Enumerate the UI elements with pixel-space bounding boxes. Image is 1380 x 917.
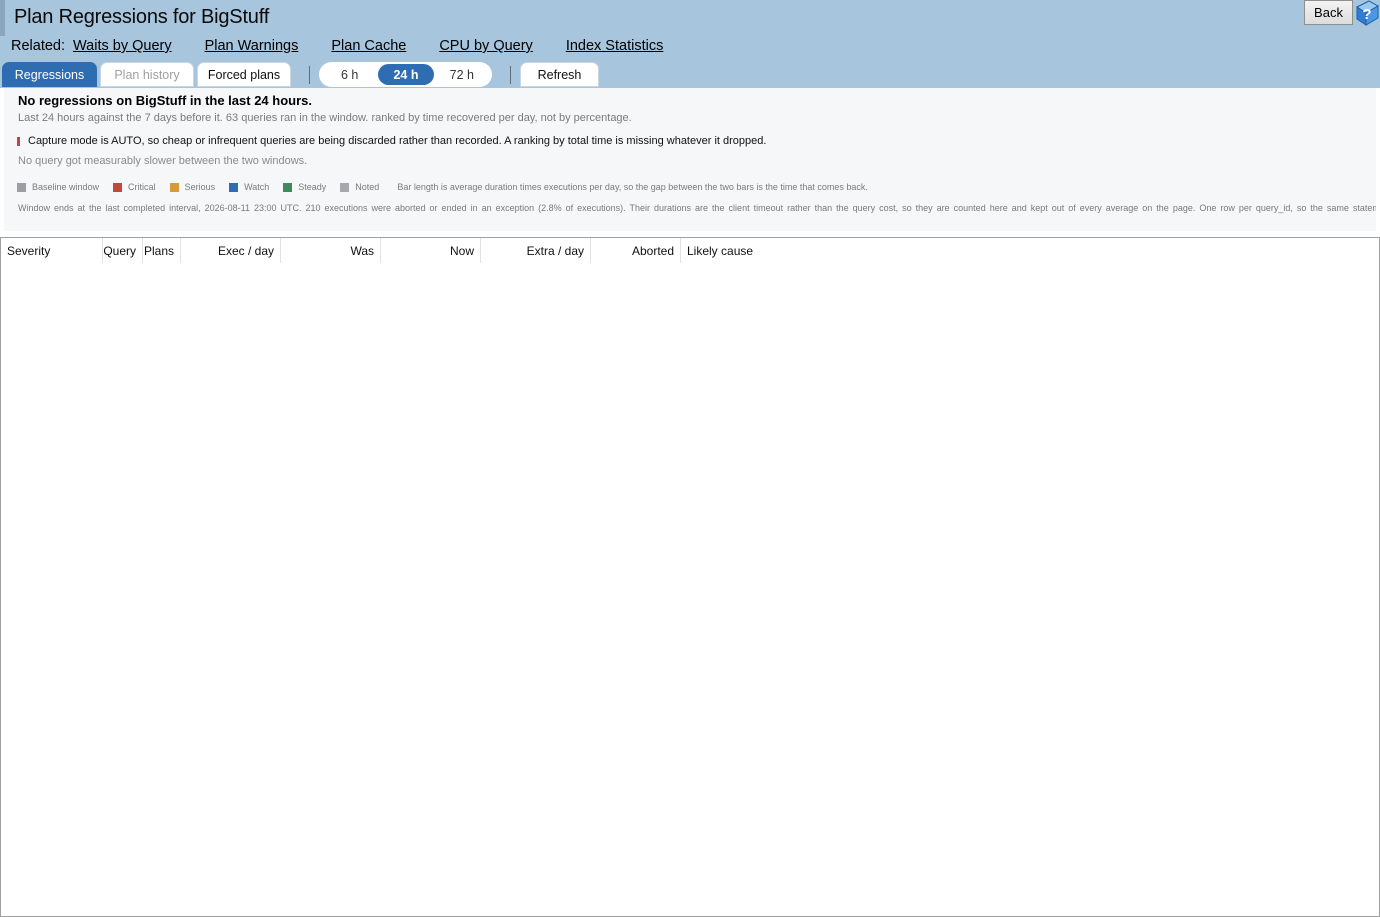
legend-label: Baseline window	[32, 182, 100, 192]
table-header: Severity Query Plans Exec / day Was Now …	[1, 238, 1377, 263]
col-was[interactable]: Was	[281, 238, 381, 263]
legend-swatch	[283, 182, 293, 192]
legend-label: Critical	[128, 182, 156, 192]
range-6h[interactable]: 6 h	[321, 64, 378, 85]
toolbar-divider	[510, 66, 511, 84]
legend-label: Watch	[244, 182, 270, 192]
legend-label: Noted	[355, 182, 380, 192]
col-extra-per-day[interactable]: Extra / day	[481, 238, 591, 263]
col-exec-per-day[interactable]: Exec / day	[181, 238, 281, 263]
col-likely-cause[interactable]: Likely cause	[681, 238, 1377, 263]
link-waits-by-query[interactable]: Waits by Query	[73, 38, 172, 54]
summary-subtitle: Last 24 hours against the 7 days before …	[18, 112, 632, 124]
legend-item-serious: Serious	[169, 182, 216, 192]
link-plan-cache[interactable]: Plan Cache	[331, 38, 406, 54]
legend-item-critical: Critical	[113, 182, 156, 192]
summary-panel: No regressions on BigStuff in the last 2…	[4, 88, 1376, 231]
legend-item-noted: Noted	[340, 182, 379, 192]
legend-label: Serious	[184, 182, 216, 192]
bar-length-note: Bar length is average duration times exe…	[397, 182, 868, 192]
legend: Baseline window Critical Serious Watch S…	[17, 182, 868, 192]
legend-item-watch: Watch	[229, 182, 269, 192]
svg-text:?: ?	[1362, 6, 1371, 23]
tab-regressions[interactable]: Regressions	[2, 62, 97, 87]
summary-title: No regressions on BigStuff in the last 2…	[18, 93, 312, 108]
legend-swatch	[229, 182, 239, 192]
window-footnote: Window ends at the last completed interv…	[18, 203, 1376, 213]
page-title: Plan Regressions for BigStuff	[14, 6, 270, 28]
regressions-table: Severity Query Plans Exec / day Was Now …	[0, 237, 1380, 917]
col-severity[interactable]: Severity	[1, 238, 103, 263]
range-72h[interactable]: 72 h	[434, 64, 490, 85]
link-index-statistics[interactable]: Index Statistics	[566, 38, 664, 54]
help-book-icon[interactable]: ?	[1354, 0, 1380, 26]
refresh-button[interactable]: Refresh	[520, 62, 599, 87]
col-aborted[interactable]: Aborted	[591, 238, 681, 263]
header-bar: Plan Regressions for BigStuff Back ? Rel…	[0, 0, 1380, 88]
legend-swatch	[113, 182, 123, 192]
legend-label: Steady	[298, 182, 327, 192]
no-slower-note: No query got measurably slower between t…	[18, 155, 308, 167]
header-edge	[0, 0, 5, 36]
col-now[interactable]: Now	[381, 238, 481, 263]
time-range-selector: 6 h 24 h 72 h	[319, 62, 492, 87]
legend-swatch	[340, 182, 350, 192]
toolbar-divider	[309, 66, 310, 84]
col-plans[interactable]: Plans	[143, 238, 181, 263]
legend-item-steady: Steady	[283, 182, 326, 192]
link-plan-warnings[interactable]: Plan Warnings	[205, 38, 299, 54]
related-label: Related:	[11, 38, 66, 54]
range-24h[interactable]: 24 h	[378, 64, 434, 85]
legend-item-baseline: Baseline window	[17, 182, 99, 192]
tab-plan-history[interactable]: Plan history	[100, 62, 194, 87]
back-button[interactable]: Back	[1304, 0, 1353, 25]
capture-mode-warning: Capture mode is AUTO, so cheap or infreq…	[28, 135, 767, 147]
link-cpu-by-query[interactable]: CPU by Query	[439, 38, 532, 54]
related-links: Related: Waits by Query Plan Warnings Pl…	[11, 38, 696, 54]
legend-swatch	[17, 182, 26, 192]
col-query[interactable]: Query	[103, 238, 143, 263]
legend-swatch	[169, 182, 179, 192]
warning-marker-icon	[17, 137, 20, 146]
tab-forced-plans[interactable]: Forced plans	[197, 62, 291, 87]
